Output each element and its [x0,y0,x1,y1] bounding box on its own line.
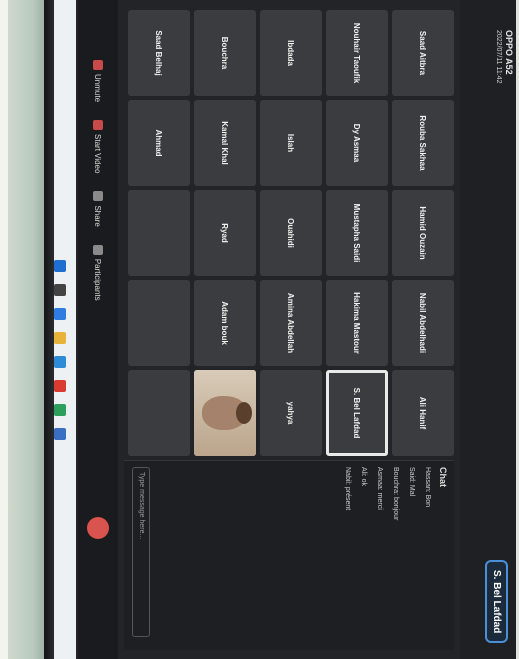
monitor-screen: OPPO A52 2022/07/11 11:42 S. Bel Lafdad … [44,0,516,659]
participant-tile[interactable]: Ahmad [128,100,190,186]
windows-start-icon[interactable] [54,260,66,272]
participant-tile[interactable]: Mustapha Saidi [326,190,388,276]
participant-tile[interactable]: Dy Asmaa [326,100,388,186]
participant-tile[interactable]: Ibdada [260,10,322,96]
app-icon[interactable] [54,404,66,416]
participant-tile[interactable]: Adam bouk [194,280,256,366]
participants-label: Participants [93,258,103,301]
participant-video-tile[interactable] [194,370,256,456]
participant-tile[interactable] [128,370,190,456]
share-label: Share [93,205,103,227]
participant-tile[interactable]: Saad Belhaj [128,10,190,96]
participant-tile[interactable]: Hakima Mastour [326,280,388,366]
participant-tile[interactable]: Nouhair Taoufik [326,10,388,96]
participant-tile[interactable]: Ouahidi [260,190,322,276]
chat-message: Said: Mal [408,467,415,497]
mute-label: Unmute [93,74,103,103]
screen-edge-shadow [44,0,54,659]
mute-button[interactable]: Unmute [93,60,103,102]
participant-tile[interactable]: Bouchra [194,10,256,96]
meeting-top-bar: OPPO A52 2022/07/11 11:42 S. Bel Lafdad [460,0,516,659]
chat-message: Bouchra: bonjour [392,467,399,521]
active-speaker-tile[interactable]: S. Bel Lafdad [326,370,388,456]
participant-tile[interactable]: Hamid Ouzain [392,190,454,276]
participants-button[interactable]: Participants [93,244,103,301]
participant-tile[interactable]: Islah [260,100,322,186]
search-icon[interactable] [54,284,66,296]
meeting-toolbar: Unmute Start Video Share Participants [78,0,118,659]
participant-tile[interactable] [128,280,190,366]
participant-tile[interactable] [128,190,190,276]
participants-icon [93,244,103,255]
camera-stamp-model: OPPO A52 [504,30,514,75]
share-button[interactable]: Share [93,191,103,227]
camera-off-icon [93,120,103,131]
participant-tile[interactable]: Kamal Khal [194,100,256,186]
chat-message: Ali: ok [360,467,367,487]
start-video-label: Start Video [93,134,103,174]
chat-message: Nabil: présent [344,467,351,511]
chrome-icon[interactable] [54,380,66,392]
chat-input[interactable]: Type message here... [132,467,150,637]
chat-header: Chat [438,467,448,487]
participant-tile[interactable]: Saad Aitbra [392,10,454,96]
microphone-muted-icon [93,60,103,70]
zoom-app-icon[interactable] [54,356,66,368]
chat-message: Asmaa: merci [376,467,383,510]
chat-panel: Chat Hassan: Bon Said: Mal Bouchra: bonj… [124,460,454,650]
participant-tile[interactable]: Nabil Abdelhadi [392,280,454,366]
file-explorer-icon[interactable] [54,332,66,344]
participant-face [202,396,248,430]
share-icon [93,191,103,202]
pinned-participant-label[interactable]: S. Bel Lafdad [485,560,508,644]
word-icon[interactable] [54,428,66,440]
participant-tile[interactable]: Rouba Sakhaa [392,100,454,186]
edge-browser-icon[interactable] [54,308,66,320]
participant-tile[interactable]: Ryad [194,190,256,276]
monitor-bezel [8,0,44,659]
participant-tile[interactable]: yahya [260,370,322,456]
zoom-meeting-window: OPPO A52 2022/07/11 11:42 S. Bel Lafdad … [44,0,516,659]
chat-message: Hassan: Bon [424,467,431,508]
participant-tile[interactable]: Amina Abdellah [260,280,322,366]
participant-tile[interactable]: Ali Hanif [392,370,454,456]
start-video-button[interactable]: Start Video [93,120,103,173]
camera-stamp-datetime: 2022/07/11 11:42 [495,30,502,84]
leave-meeting-button[interactable] [87,517,109,539]
